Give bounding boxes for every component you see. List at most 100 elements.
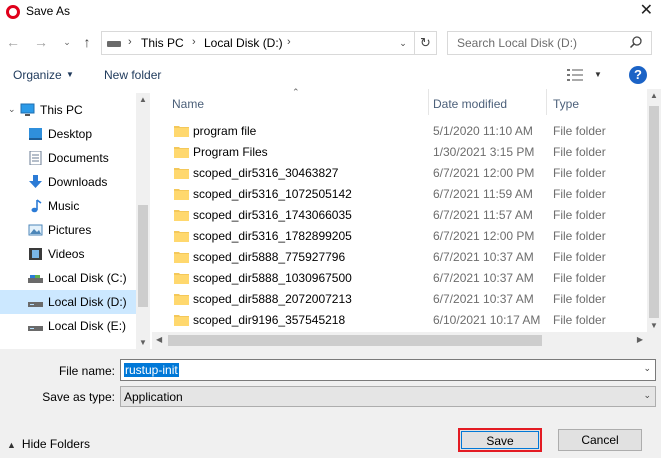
table-row[interactable]: program file 5/1/2020 11:10 AM File fold… [152,121,647,142]
file-date: 6/7/2021 11:57 AM [433,208,533,222]
table-row[interactable]: scoped_dir5888_1030967500 6/7/2021 10:37… [152,268,647,289]
scroll-down-icon[interactable]: ▼ [136,338,150,347]
chevron-down-icon[interactable]: ⌄ [394,32,412,54]
column-header-date-modified[interactable]: Date modified [429,89,547,115]
title-bar: Save As ✕ [0,0,661,24]
sidebar-item-label: Downloads [48,175,108,189]
file-date: 6/7/2021 12:00 PM [433,229,535,243]
sort-ascending-icon: ⌃ [292,87,300,97]
window-title: Save As [26,4,71,18]
sidebar-scrollbar[interactable]: ▲ ▼ [136,93,150,349]
chevron-down-icon[interactable]: ▼ [66,70,74,79]
file-date: 6/7/2021 11:59 AM [433,187,533,201]
command-bar: Organize ▼ New folder ▼ ? [0,61,661,89]
sidebar-item-desktop[interactable]: Desktop [0,122,136,146]
file-date: 1/30/2021 3:15 PM [433,145,535,159]
column-header-label: Type [553,97,580,111]
sidebar-item-local-disk-e[interactable]: Local Disk (E:) [0,314,136,338]
table-row[interactable]: scoped_dir5316_1072505142 6/7/2021 11:59… [152,184,647,205]
table-row[interactable]: scoped_dir5316_1782899205 6/7/2021 12:00… [152,226,647,247]
organize-button[interactable]: Organize [13,68,62,82]
breadcrumb-separator[interactable]: › [287,36,291,48]
search-icon[interactable] [629,35,643,49]
chevron-down-icon[interactable]: ⌄ [8,104,16,115]
table-row[interactable]: Program Files 1/30/2021 3:15 PM File fol… [152,142,647,163]
drive-icon [28,326,43,331]
drive-icon [107,41,121,47]
table-row[interactable]: scoped_dir5316_1743066035 6/7/2021 11:57… [152,205,647,226]
table-row[interactable]: scoped_dir5888_2072007213 6/7/2021 10:37… [152,289,647,310]
folder-icon [174,252,189,263]
scrollbar-thumb[interactable] [649,106,659,318]
sidebar-item-music[interactable]: Music [0,194,136,218]
scrollbar-thumb[interactable] [168,335,542,346]
address-bar[interactable]: › This PC › Local Disk (D:) › ⌄ ↻ [101,31,437,55]
sidebar-item-downloads[interactable]: Downloads [0,170,136,194]
chevron-down-icon[interactable]: ⌄ [643,390,651,401]
scrollbar-thumb[interactable] [138,205,148,307]
drive-icon [28,275,43,283]
up-arrow-icon[interactable]: ↑ [78,33,96,51]
recent-locations-chevron-icon[interactable]: ⌄ [58,33,76,51]
close-icon[interactable]: ✕ [640,1,653,21]
file-name: program file [193,124,257,138]
column-header-name[interactable]: ⌃ Name [152,87,429,115]
breadcrumb-this-pc[interactable]: This PC [141,36,184,50]
hide-folders-label: Hide Folders [21,437,90,451]
scroll-down-icon[interactable]: ▼ [647,321,661,330]
table-row[interactable]: scoped_dir9196_357545218 6/10/2021 10:17… [152,310,647,331]
column-header-type[interactable]: Type [547,89,647,115]
chevron-up-icon: ▲ [7,440,16,450]
chevron-down-icon[interactable]: ⌄ [643,363,651,374]
view-options-icon[interactable] [567,69,583,81]
new-folder-button[interactable]: New folder [104,68,161,82]
file-name-value[interactable]: rustup-init [124,363,179,377]
table-row[interactable]: scoped_dir5316_30463827 6/7/2021 12:00 P… [152,163,647,184]
forward-arrow-icon[interactable]: → [32,33,50,51]
scroll-up-icon[interactable]: ▲ [136,95,150,104]
scroll-left-icon[interactable]: ◀ [156,335,162,344]
folder-icon [174,210,189,221]
scroll-right-icon[interactable]: ▶ [637,335,643,344]
computer-icon [20,103,35,116]
sidebar-item-documents[interactable]: Documents [0,146,136,170]
opera-icon [6,5,20,19]
breadcrumb-separator[interactable]: › [192,36,196,48]
save-form: File name: rustup-init ⌄ Save as type: A… [0,349,661,458]
scroll-up-icon[interactable]: ▲ [647,91,661,100]
refresh-icon[interactable]: ↻ [414,32,436,54]
folder-icon [174,126,189,137]
file-date: 6/7/2021 10:37 AM [433,250,534,264]
search-input[interactable]: Search Local Disk (D:) [447,31,652,55]
file-name: scoped_dir5888_1030967500 [193,271,352,285]
help-icon[interactable]: ? [629,66,647,84]
sidebar-item-local-disk-d[interactable]: Local Disk (D:) [0,290,136,314]
sidebar-item-label: Videos [48,247,85,261]
sidebar-item-label: Local Disk (E:) [48,319,127,333]
breadcrumb-separator[interactable]: › [128,36,132,48]
cancel-button[interactable]: Cancel [558,429,642,451]
file-type: File folder [553,229,606,243]
save-as-type-value: Application [124,390,183,404]
table-row[interactable]: scoped_dir5888_775927796 6/7/2021 10:37 … [152,247,647,268]
column-header-label: Name [172,97,205,111]
sidebar-item-videos[interactable]: Videos [0,242,136,266]
documents-icon [29,151,42,165]
file-name: scoped_dir5316_1072505142 [193,187,352,201]
save-button[interactable]: Save [458,428,542,452]
sidebar-item-this-pc[interactable]: ⌄ This PC [0,98,136,122]
file-date: 6/7/2021 10:37 AM [433,292,534,306]
back-arrow-icon[interactable]: ← [4,33,22,51]
chevron-down-icon[interactable]: ▼ [594,70,602,79]
file-date: 6/7/2021 12:00 PM [433,166,535,180]
hide-folders-button[interactable]: ▲ Hide Folders [7,437,90,451]
file-list-vertical-scrollbar[interactable]: ▲ ▼ [647,89,661,332]
file-list-horizontal-scrollbar[interactable]: ◀ ▶ [152,332,647,349]
scrollbar-corner [647,332,661,349]
file-name-field[interactable]: rustup-init ⌄ [120,359,656,381]
folder-icon [174,147,189,158]
sidebar-item-local-disk-c[interactable]: Local Disk (C:) [0,266,136,290]
save-as-type-select[interactable]: Application ⌄ [120,386,656,407]
sidebar-item-pictures[interactable]: Pictures [0,218,136,242]
breadcrumb-local-disk-d[interactable]: Local Disk (D:) [204,36,283,50]
